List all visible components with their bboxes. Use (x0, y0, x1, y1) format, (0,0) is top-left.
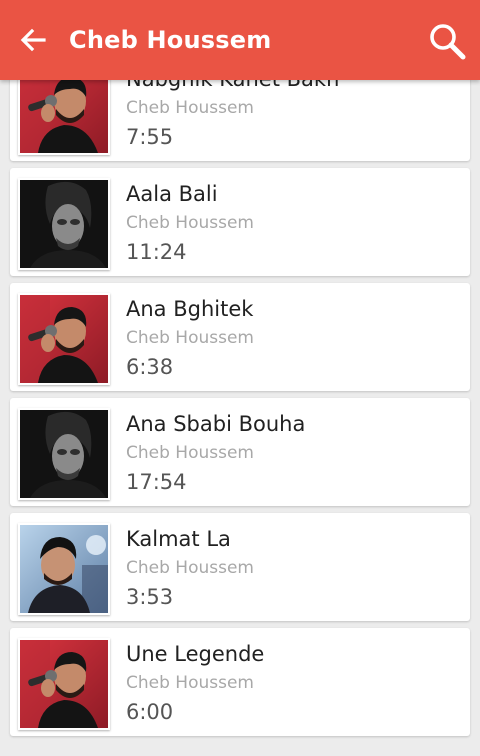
song-title: Aala Bali (126, 182, 218, 206)
song-title: Ana Bghitek (126, 297, 254, 321)
song-item[interactable]: Kalmat La Cheb Houssem 3:53 (10, 513, 470, 621)
singer-mic-red-thumbnail (18, 638, 110, 730)
singer-mic-red-thumbnail (18, 293, 110, 385)
song-title: Kalmat La (126, 527, 231, 551)
song-duration: 3:53 (126, 585, 174, 609)
song-artist: Cheb Houssem (126, 213, 254, 233)
song-title: Nabghik Kahet Bakh (126, 80, 339, 93)
song-item[interactable]: Nabghik Kahet Bakh Cheb Houssem 7:55 (10, 80, 470, 161)
page-title: Cheb Houssem (69, 26, 272, 54)
song-artist: Cheb Houssem (126, 328, 254, 348)
song-item[interactable]: Aala Bali Cheb Houssem 11:24 (10, 168, 470, 276)
song-artist: Cheb Houssem (126, 558, 254, 578)
song-item[interactable]: Une Legende Cheb Houssem 6:00 (10, 628, 470, 736)
singer-dark-portrait-thumbnail (18, 178, 110, 270)
song-artist: Cheb Houssem (126, 443, 254, 463)
singer-dark-portrait-thumbnail (18, 408, 110, 500)
song-duration: 7:55 (126, 125, 174, 149)
song-title: Une Legende (126, 642, 265, 666)
song-artist: Cheb Houssem (126, 98, 254, 118)
search-icon[interactable] (426, 20, 468, 62)
singer-stage-blue-thumbnail (18, 523, 110, 615)
song-artist: Cheb Houssem (126, 673, 254, 693)
song-duration: 17:54 (126, 470, 187, 494)
singer-mic-red-thumbnail (18, 80, 110, 155)
song-list[interactable]: Nabghik Kahet Bakh Cheb Houssem 7:55 Aal… (0, 80, 480, 756)
arrow-left-icon[interactable] (16, 22, 52, 58)
song-item[interactable]: Ana Bghitek Cheb Houssem 6:38 (10, 283, 470, 391)
song-item[interactable]: Ana Sbabi Bouha Cheb Houssem 17:54 (10, 398, 470, 506)
song-duration: 6:00 (126, 700, 174, 724)
song-duration: 11:24 (126, 240, 187, 264)
song-title: Ana Sbabi Bouha (126, 412, 306, 436)
song-duration: 6:38 (126, 355, 174, 379)
app-bar: Cheb Houssem (0, 0, 480, 80)
